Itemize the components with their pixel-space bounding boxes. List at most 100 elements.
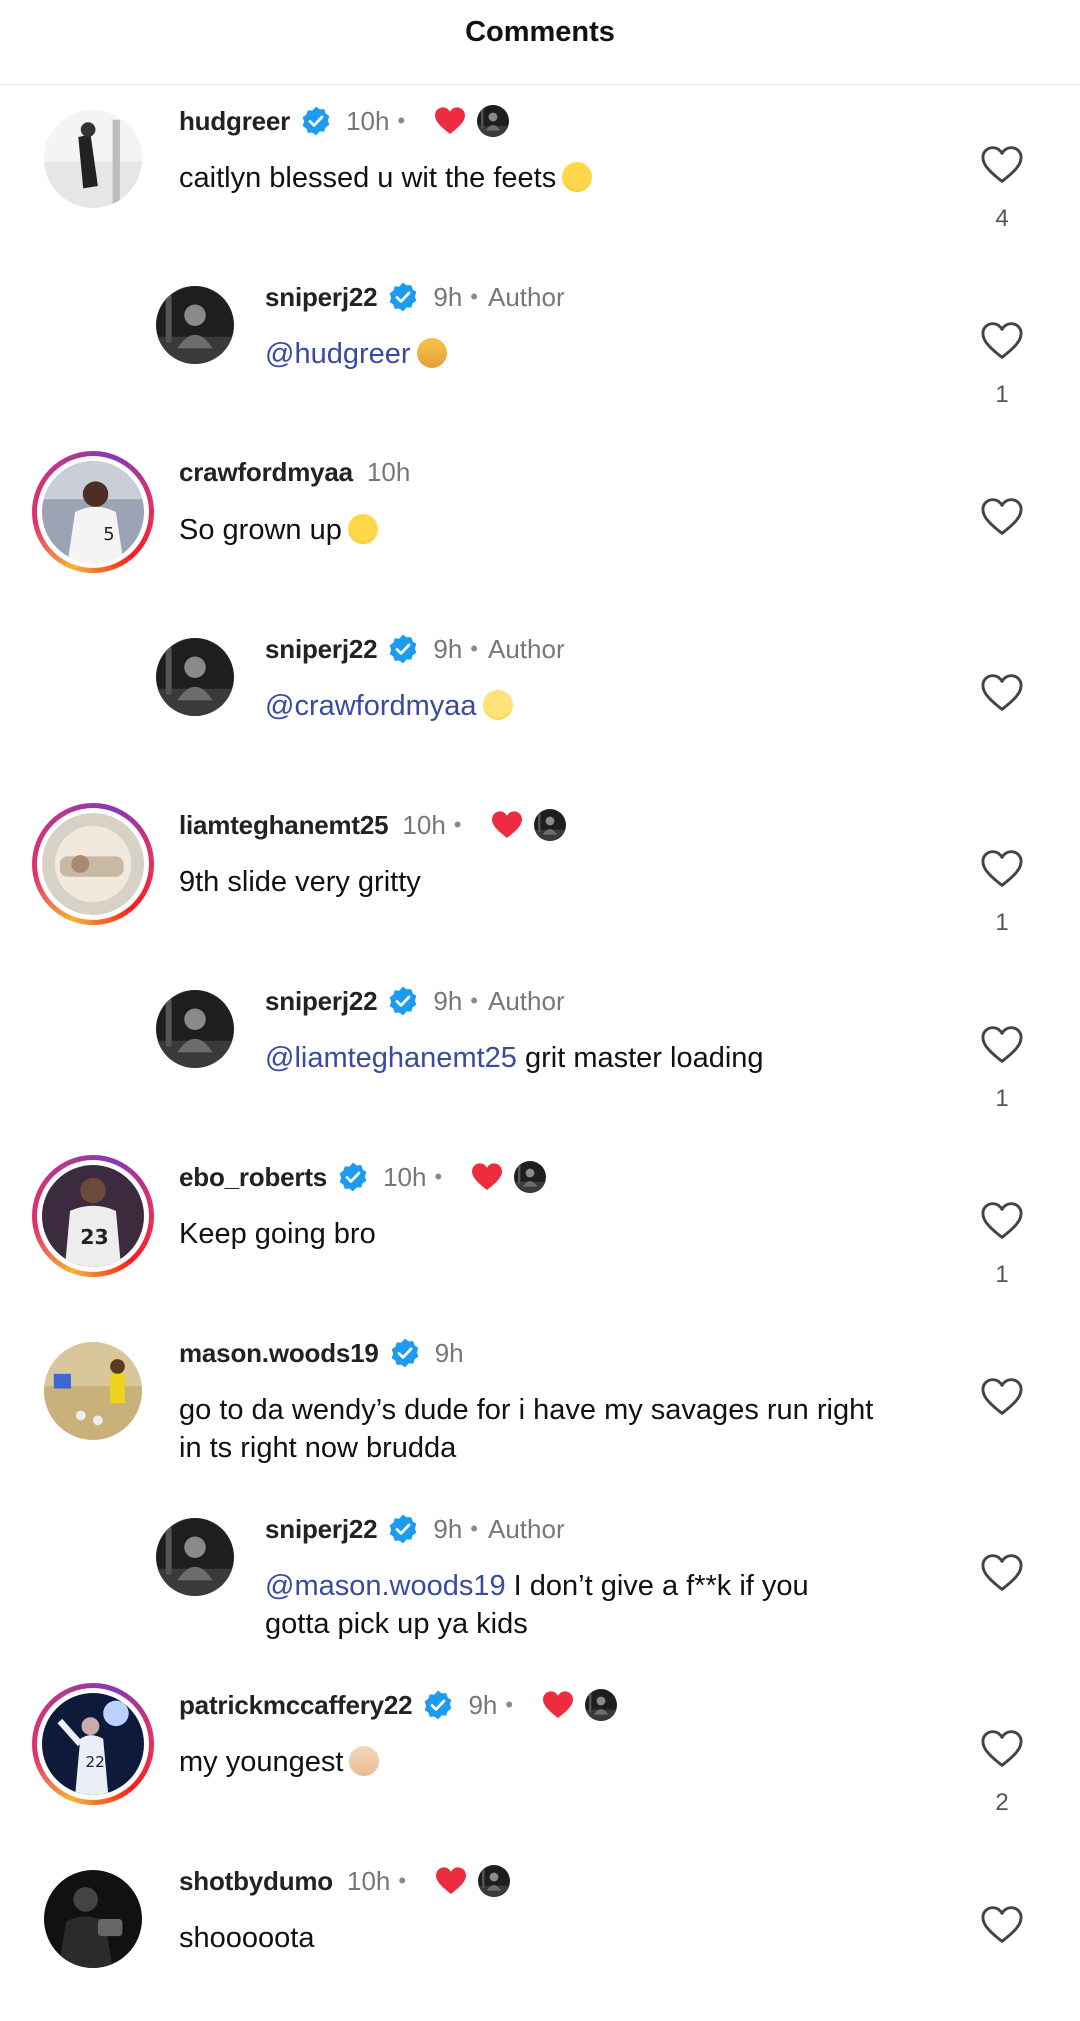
like-heart-icon[interactable]: [980, 1553, 1024, 1593]
username[interactable]: ebo_roberts: [179, 1162, 327, 1193]
avatar[interactable]: [156, 1518, 234, 1596]
avatar[interactable]: [42, 813, 144, 915]
username[interactable]: crawfordmyaa: [179, 457, 353, 488]
author-label: Author: [488, 281, 565, 312]
comment-meta: ebo_roberts 10h •: [179, 1161, 546, 1193]
comment-item: shotbydumo 10h • shooooota: [0, 1845, 1080, 2021]
like-count[interactable]: 1: [980, 909, 1024, 937]
like-heart-icon[interactable]: [980, 321, 1024, 361]
avatar[interactable]: 5: [42, 461, 144, 563]
like-count[interactable]: 1: [980, 1085, 1024, 1113]
avatar[interactable]: [44, 110, 142, 208]
story-ring[interactable]: 22: [32, 1683, 154, 1805]
story-ring[interactable]: 5: [32, 451, 154, 573]
author-label: Author: [488, 633, 565, 664]
comment-item: liamteghanemt25 10h • 9th slide very gritty…: [0, 789, 1080, 965]
mention-link[interactable]: @crawfordmyaa: [265, 690, 477, 722]
reply-item: sniperj22 9h • Author @hudgreer 1: [0, 261, 1080, 437]
reply-item: sniperj22 9h • Author @liamteghanemt25 grit …: [0, 965, 1080, 1141]
svg-text:22: 22: [85, 1753, 104, 1771]
comment-item: mason.woods19 9h go to da wendy’s dude for…: [0, 1317, 1080, 1493]
story-ring[interactable]: 23: [32, 1155, 154, 1277]
timestamp: 10h: [366, 457, 411, 487]
username[interactable]: sniperj22: [265, 282, 378, 313]
comment-body: my youngest: [179, 1746, 344, 1778]
like-heart-icon[interactable]: [980, 1377, 1024, 1417]
timestamp: 9h: [468, 1689, 498, 1720]
reply-item: sniperj22 9h • Author @mason.woods19 I don’t…: [0, 1493, 1080, 1669]
comment-meta: liamteghanemt25 10h •: [179, 809, 566, 841]
comment-text: @hudgreer: [265, 335, 1035, 373]
comment-meta: crawfordmyaa 10h: [179, 457, 410, 488]
avatar[interactable]: [156, 286, 234, 364]
avatar[interactable]: 22: [42, 1693, 144, 1795]
svg-text:5: 5: [103, 524, 114, 545]
author-label: Author: [488, 1513, 565, 1544]
like-heart-icon[interactable]: [980, 849, 1024, 889]
timestamp: 9h: [433, 633, 463, 664]
comments-header: Comments: [0, 0, 1080, 85]
username[interactable]: shotbydumo: [179, 1866, 333, 1897]
story-ring[interactable]: [32, 803, 154, 925]
comment-text: @liamteghanemt25 grit master loading: [265, 1039, 1035, 1077]
separator-dot: •: [434, 1164, 443, 1189]
username[interactable]: patrickmccaffery22: [179, 1690, 413, 1721]
username[interactable]: sniperj22: [265, 1514, 378, 1545]
like-count[interactable]: 4: [980, 205, 1024, 233]
author-mini-avatar: [585, 1689, 617, 1721]
username[interactable]: sniperj22: [265, 986, 378, 1017]
like-heart-icon[interactable]: [980, 673, 1024, 713]
face-peeking-emoji-icon: [482, 690, 513, 720]
comment-meta: shotbydumo 10h •: [179, 1865, 510, 1897]
timestamp: 9h: [433, 1513, 463, 1544]
mention-link[interactable]: @mason.woods19: [265, 1570, 506, 1602]
like-heart-icon[interactable]: [980, 1729, 1024, 1769]
comment-meta: sniperj22 9h • Author: [265, 281, 565, 313]
separator-dot: •: [453, 812, 462, 837]
comment-text: go to da wendy’s dude for i have my sava…: [179, 1391, 949, 1467]
comment-body-line2: in ts right now brudda: [179, 1432, 457, 1464]
avatar[interactable]: 23: [42, 1165, 144, 1267]
separator-dot: •: [470, 1516, 478, 1541]
username[interactable]: mason.woods19: [179, 1338, 379, 1369]
page-title: Comments: [465, 16, 615, 48]
timestamp: 10h: [346, 105, 390, 136]
separator-dot: •: [505, 1692, 514, 1717]
like-count[interactable]: 1: [980, 381, 1024, 409]
like-heart-icon[interactable]: [980, 145, 1024, 185]
comment-text: shooooota: [179, 1919, 949, 1957]
comment-body: 9th slide very gritty: [179, 866, 421, 898]
username[interactable]: sniperj22: [265, 634, 378, 665]
verified-badge-icon: [422, 1689, 454, 1721]
timestamp: 10h: [383, 1161, 427, 1192]
verified-badge-icon: [387, 985, 419, 1017]
mention-link[interactable]: @hudgreer: [265, 338, 411, 370]
comment-text: caitlyn blessed u wit the feets: [179, 159, 949, 197]
avatar[interactable]: [156, 990, 234, 1068]
comment-item: 5 crawfordmyaa 10h So grown up: [0, 437, 1080, 613]
comment-meta: patrickmccaffery22 9h •: [179, 1689, 617, 1721]
like-heart-icon[interactable]: [980, 1201, 1024, 1241]
comment-item: 23 ebo_roberts 10h • Keep going bro 1: [0, 1141, 1080, 1317]
like-count[interactable]: 2: [980, 1789, 1024, 1817]
comment-item: hudgreer 10h • caitlyn blessed u wit the fe…: [0, 85, 1080, 261]
liked-by-author-heart-icon: [490, 810, 524, 840]
username[interactable]: hudgreer: [179, 106, 290, 137]
avatar[interactable]: [156, 638, 234, 716]
like-count[interactable]: 1: [980, 1261, 1024, 1289]
like-heart-icon[interactable]: [980, 1025, 1024, 1065]
liked-by-author-heart-icon: [470, 1162, 504, 1192]
timestamp: 9h: [433, 985, 463, 1016]
author-mini-avatar: [514, 1161, 546, 1193]
like-heart-icon[interactable]: [980, 497, 1024, 537]
mention-link[interactable]: @liamteghanemt25: [265, 1042, 517, 1074]
comment-text: @mason.woods19 I don’t give a f**k if yo…: [265, 1567, 1035, 1643]
like-heart-icon[interactable]: [980, 1905, 1024, 1945]
verified-badge-icon: [389, 1337, 421, 1369]
comment-body-line1: I don’t give a f**k if you: [505, 1570, 809, 1602]
avatar[interactable]: [44, 1870, 142, 1968]
avatar[interactable]: [44, 1342, 142, 1440]
comment-meta: sniperj22 9h • Author: [265, 985, 565, 1017]
username[interactable]: liamteghanemt25: [179, 810, 389, 841]
comment-meta: mason.woods19 9h: [179, 1337, 464, 1369]
